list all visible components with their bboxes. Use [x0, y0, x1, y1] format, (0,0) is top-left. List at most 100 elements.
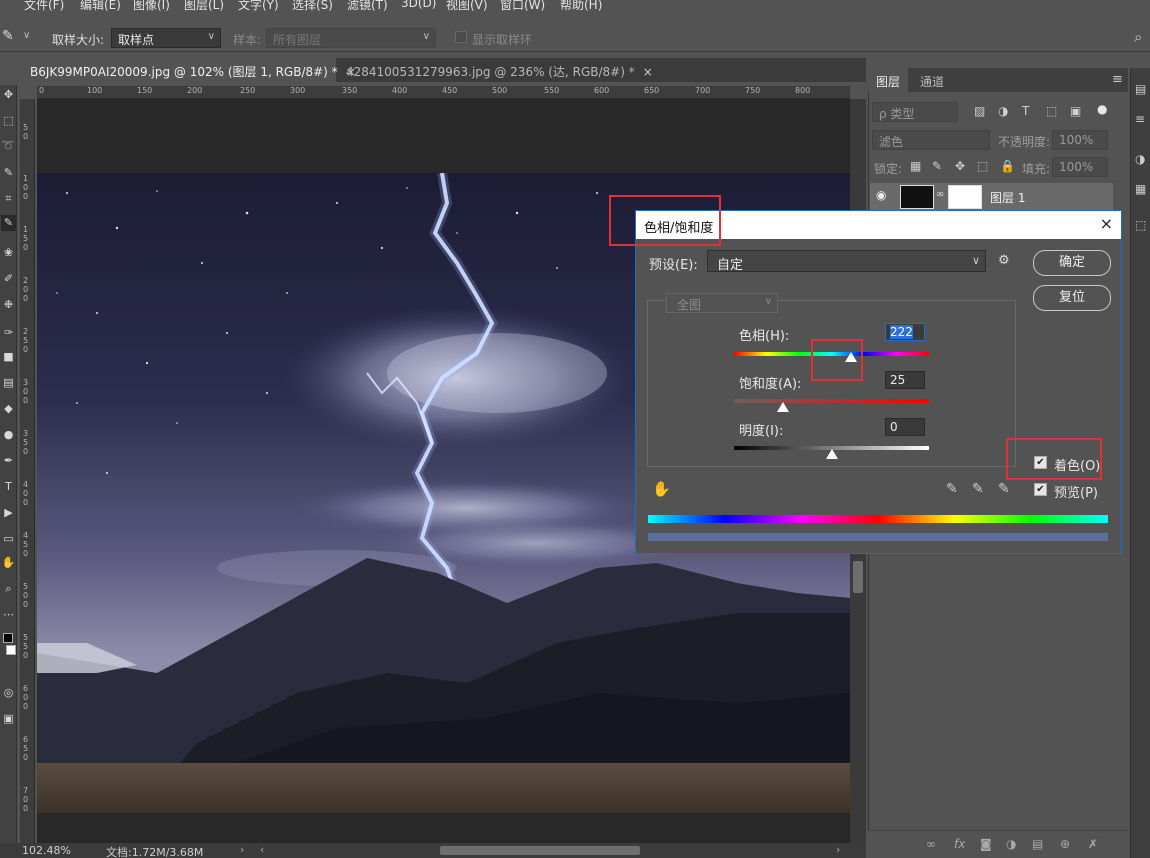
type-tool-icon[interactable]: T [1, 479, 16, 495]
dock-adjustments-icon[interactable]: ◑ [1135, 152, 1145, 166]
menu-image[interactable]: 图像(I) [133, 0, 170, 13]
scroll-right-icon[interactable]: › [836, 843, 840, 856]
lock-all-icon[interactable]: 🔒 [1000, 159, 1015, 173]
move-tool-icon[interactable]: ✥ [1, 87, 16, 103]
screen-mode-icon[interactable]: ▣ [1, 711, 16, 727]
lock-artboard-icon[interactable]: ⬚ [977, 159, 988, 173]
background-color-swatch[interactable] [6, 645, 16, 655]
eyedropper-icon[interactable]: ✎ [2, 28, 14, 44]
path-select-tool-icon[interactable]: ▶ [1, 505, 16, 521]
opacity-field[interactable]: 100% [1052, 130, 1108, 150]
eyedropper-icon[interactable]: ✎ [946, 481, 958, 497]
marquee-tool-icon[interactable]: ⬚ [1, 113, 16, 129]
new-group-icon[interactable]: ▤ [1032, 837, 1043, 851]
preset-select[interactable]: 自定 ∨ [707, 250, 986, 273]
saturation-slider-track[interactable] [734, 399, 929, 403]
channel-select[interactable]: 全图 ∨ [666, 293, 778, 313]
targeted-adjustment-hand-icon[interactable]: ✋ [652, 480, 671, 498]
layer-row[interactable]: ◉ ∞ 图层 1 [870, 183, 1113, 211]
saturation-input[interactable]: 25 [885, 371, 925, 389]
filter-pixel-icon[interactable]: ▨ [974, 104, 985, 118]
quick-mask-icon[interactable]: ◎ [1, 685, 16, 701]
hue-input[interactable]: 222 [885, 323, 925, 341]
sample-size-select[interactable]: 取样点 ∨ [111, 28, 221, 48]
more-tools-icon[interactable]: ⋯ [1, 607, 16, 623]
new-layer-icon[interactable]: ⊕ [1060, 837, 1070, 851]
shape-tool-icon[interactable]: ▭ [1, 531, 16, 547]
adjustment-layer-icon[interactable]: ◑ [1006, 837, 1016, 851]
dock-history-icon[interactable]: ▤ [1135, 82, 1146, 96]
saturation-slider-thumb[interactable] [776, 402, 789, 412]
filter-shape-icon[interactable]: ⬚ [1046, 104, 1057, 118]
menu-layer[interactable]: 图层(L) [184, 0, 224, 13]
add-mask-icon[interactable]: ◙ [980, 837, 992, 851]
gradient-tool-icon[interactable]: ▤ [1, 375, 16, 391]
menu-edit[interactable]: 编辑(E) [80, 0, 121, 13]
fx-icon[interactable]: fx [954, 837, 965, 851]
blur-tool-icon[interactable]: ◆ [1, 401, 16, 417]
reset-button[interactable]: 复位 [1033, 285, 1111, 311]
filter-smart-icon[interactable]: ▣ [1070, 104, 1081, 118]
show-ring-checkbox[interactable] [455, 31, 467, 43]
eyedropper-tool-icon[interactable]: ✎ [1, 215, 16, 231]
lightness-input[interactable]: 0 [885, 418, 925, 436]
zoom-tool-icon[interactable]: ⌕ [1, 581, 16, 597]
dodge-tool-icon[interactable]: ● [1, 427, 16, 443]
history-brush-tool-icon[interactable]: ✑ [1, 325, 16, 341]
status-menu-icon[interactable]: › [240, 843, 244, 856]
menu-filter[interactable]: 滤镜(T) [347, 0, 388, 13]
lasso-tool-icon[interactable]: ➰ [1, 138, 16, 154]
link-layers-icon[interactable]: ∞ [926, 837, 936, 851]
mask-link-icon[interactable]: ∞ [936, 189, 944, 200]
ok-button[interactable]: 确定 [1033, 250, 1111, 276]
lock-transparent-icon[interactable]: ▦ [910, 159, 921, 173]
menu-window[interactable]: 窗口(W) [500, 0, 545, 13]
eraser-tool-icon[interactable]: ■ [1, 349, 16, 365]
tab-channels[interactable]: 通道 [912, 68, 952, 92]
delete-layer-icon[interactable]: ✗ [1088, 837, 1098, 851]
tool-preset-chevron-icon[interactable]: ∨ [23, 30, 30, 41]
layer-name[interactable]: 图层 1 [990, 189, 1025, 206]
dock-swatches-icon[interactable]: ▦ [1135, 182, 1146, 196]
layer-mask-thumbnail[interactable] [948, 185, 982, 209]
tab-document-2[interactable]: 4284100531279963.jpg @ 236% (达, RGB/8#) … [336, 58, 653, 82]
close-icon[interactable]: × [643, 65, 653, 79]
menu-file[interactable]: 文件(F) [24, 0, 64, 13]
zoom-level[interactable]: 102.48% [22, 844, 71, 857]
filter-toggle-icon[interactable]: ● [1097, 102, 1107, 116]
eyedropper-plus-icon[interactable]: ✎ [972, 481, 984, 497]
filter-type-icon[interactable]: T [1022, 104, 1029, 118]
menu-help[interactable]: 帮助(H) [560, 0, 602, 13]
dock-properties-icon[interactable]: ≡ [1135, 112, 1145, 126]
horizontal-scrollbar-thumb[interactable] [440, 846, 640, 855]
lightness-slider-thumb[interactable] [825, 449, 838, 459]
dock-libraries-icon[interactable]: ⬚ [1135, 218, 1146, 232]
lock-position-icon[interactable]: ✥ [955, 159, 965, 173]
menu-3d[interactable]: 3D(D) [401, 0, 436, 10]
blend-mode-select[interactable]: 滤色 [872, 130, 990, 150]
panel-menu-icon[interactable]: ≡ [1112, 72, 1123, 87]
visibility-eye-icon[interactable]: ◉ [876, 188, 886, 202]
clone-stamp-tool-icon[interactable]: ❉ [1, 297, 16, 313]
fill-field[interactable]: 100% [1052, 157, 1108, 177]
lock-paint-icon[interactable]: ✎ [932, 159, 942, 173]
hand-tool-icon[interactable]: ✋ [1, 555, 16, 571]
filter-adjustment-icon[interactable]: ◑ [998, 104, 1008, 118]
close-icon[interactable]: × [1100, 214, 1113, 233]
search-icon[interactable]: ⌕ [1134, 28, 1142, 46]
tab-layers[interactable]: 图层 [868, 68, 909, 92]
menu-type[interactable]: 文字(Y) [238, 0, 279, 13]
sample-select[interactable]: 所有图层 ∨ [266, 28, 436, 48]
brush-tool-icon[interactable]: ✐ [1, 271, 16, 287]
tab-document-1[interactable]: B6JK99MP0AI20009.jpg @ 102% (图层 1, RGB/8… [20, 58, 356, 82]
healing-tool-icon[interactable]: ❀ [1, 245, 16, 261]
eyedropper-minus-icon[interactable]: ✎ [998, 481, 1010, 497]
menu-select[interactable]: 选择(S) [292, 0, 333, 13]
preset-options-gear-icon[interactable]: ⚙ [998, 253, 1010, 268]
menu-view[interactable]: 视图(V) [446, 0, 488, 13]
scrollbar-thumb[interactable] [853, 561, 863, 593]
crop-tool-icon[interactable]: ⌗ [1, 191, 16, 207]
scroll-left-icon[interactable]: ‹ [260, 843, 264, 856]
pen-tool-icon[interactable]: ✒ [1, 453, 16, 469]
preview-checkbox[interactable]: ✔ [1034, 483, 1047, 496]
